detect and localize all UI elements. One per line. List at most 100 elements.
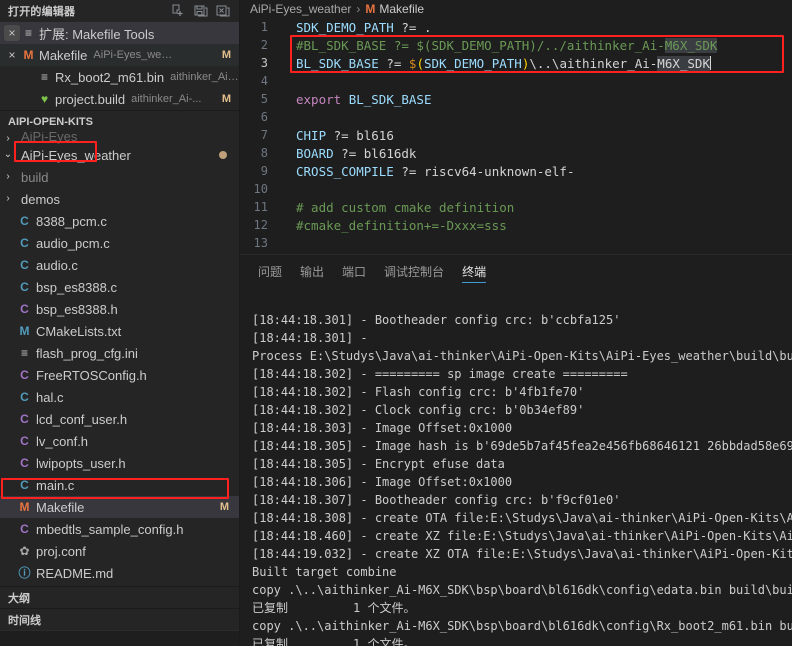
tree-file-item[interactable]: C 8388_pcm.c (0, 210, 239, 232)
code-text: # add custom cmake definition (288, 200, 514, 215)
file-type-icon: ♥ (40, 92, 49, 106)
code-line[interactable]: 13 (240, 234, 792, 252)
chevron-right-icon[interactable]: › (0, 172, 16, 182)
tree-file-item[interactable]: ✿ proj.conf (0, 540, 239, 562)
modified-badge: M (221, 49, 231, 61)
file-type-icon: ≡ (40, 70, 48, 84)
code-token: riscv64-unknown-elf- (423, 163, 575, 179)
code-line[interactable]: 5 export BL_SDK_BASE (240, 90, 792, 108)
code-line[interactable]: 7 CHIP ?= bl616 (240, 126, 792, 144)
tree-file-item[interactable]: Clv_conf.h (0, 430, 239, 452)
tree-item-label: CMakeLists.txt (36, 323, 122, 339)
tree-folder-item[interactable]: ⌄ AiPi-Eyes_weather (0, 144, 239, 166)
panel-tab-0[interactable]: 问题 (258, 255, 282, 287)
tree-file-item[interactable]: M Makefile M (0, 496, 239, 518)
explorer-folder-header[interactable]: AIPI-OPEN-KITS (0, 110, 239, 132)
tree-folder-item[interactable]: › demos (0, 188, 239, 210)
timeline-section-header[interactable]: 时间线 (0, 608, 239, 630)
terminal-line: [18:44:18.303] - Image Offset:0x1000 (252, 421, 513, 435)
panel-tab-4[interactable]: 终端 (462, 255, 487, 287)
tree-item-label: AiPi-Eyes (21, 132, 78, 144)
editor-area: AiPi-Eyes_weather › M Makefile 1 SDK_DEMO… (240, 0, 792, 646)
open-editor-item[interactable]: ♥ project.build aithinker_Ai-... M (0, 88, 239, 110)
tree-file-item[interactable]: Chal.c (0, 386, 239, 408)
tree-folder-item[interactable]: › build (0, 166, 239, 188)
terminal-line: [18:44:18.305] - Encrypt efuse data (252, 457, 505, 471)
breadcrumb: AiPi-Eyes_weather › M Makefile (240, 0, 792, 18)
tree-file-item[interactable]: Caudio.c (0, 254, 239, 276)
breadcrumb-folder[interactable]: AiPi-Eyes_weather (250, 2, 351, 16)
code-token: ?= (386, 55, 402, 71)
code-editor[interactable]: 1 SDK_DEMO_PATH ?= . 2 #BL_SDK_BASE ?= $(SD… (240, 18, 792, 254)
code-token: BL_SDK_BASE (348, 91, 432, 107)
code-line[interactable]: 11 # add custom cmake definition (240, 198, 792, 216)
tree-file-item[interactable]: Cmain.c (0, 474, 239, 496)
tree-file-item[interactable]: ≡ flash_prog_cfg.ini (0, 342, 239, 364)
tree-file-item[interactable]: ⓘ README.md (0, 562, 239, 584)
close-all-editors-icon[interactable] (215, 3, 231, 19)
code-line[interactable]: 2 #BL_SDK_BASE ?= $(SDK_DEMO_PATH)/../ait… (240, 36, 792, 54)
open-editors-title: 打开的编辑器 (8, 6, 76, 18)
terminal-line: [18:44:18.301] - Bootheader config crc: … (252, 313, 621, 327)
bottom-panel: 问题 输出 端口 调试控制台 终端 [18:44:18.301] - Bootheade… (240, 254, 792, 646)
file-type-icon: ≡ (20, 346, 28, 360)
panel-tabs: 问题 输出 端口 调试控制台 终端 (240, 255, 792, 287)
line-number: 1 (260, 20, 268, 34)
tree-file-item[interactable]: M CMakeLists.txt (0, 320, 239, 342)
chevron-right-icon[interactable]: › (0, 134, 16, 144)
open-editors-actions (171, 3, 235, 19)
code-line[interactable]: 1 SDK_DEMO_PATH ?= . (240, 18, 792, 36)
file-type-icon: C (20, 302, 29, 316)
code-line[interactable]: 10 (240, 180, 792, 198)
line-number: 12 (253, 218, 268, 232)
code-text: CROSS_COMPILE ?= riscv64-unknown-elf- (288, 164, 574, 179)
code-line[interactable]: 3 BL_SDK_BASE ?= $(SDK_DEMO_PATH)\..\aith… (240, 54, 792, 72)
tree-file-item[interactable]: Caudio_pcm.c (0, 232, 239, 254)
tree-item-label: audio.c (36, 257, 78, 273)
code-line[interactable]: 9 CROSS_COMPILE ?= riscv64-unknown-elf- (240, 162, 792, 180)
chevron-right-icon[interactable]: › (0, 194, 16, 204)
tree-folder-item[interactable]: › AiPi-Eyes (0, 132, 239, 144)
open-editor-item[interactable]: × ≡ 扩展: Makefile Tools (0, 22, 239, 44)
open-editors-header[interactable]: 打开的编辑器 (0, 0, 239, 22)
tree-file-item[interactable]: C FreeRTOSConfig.h (0, 364, 239, 386)
code-token: \..\aithinker_Ai- (529, 55, 658, 71)
terminal-line: [18:44:18.302] - ========= sp image crea… (252, 367, 628, 381)
tree-file-item[interactable]: Ctouch_conf_user.h (0, 584, 239, 586)
code-line[interactable]: 4 (240, 72, 792, 90)
terminal-output[interactable]: [18:44:18.301] - Bootheader config crc: … (240, 287, 792, 646)
open-editor-description: aithinker_Ai-... (170, 71, 239, 83)
tree-file-item[interactable]: Cbsp_es8388.c (0, 276, 239, 298)
open-editor-item[interactable]: ≡ Rx_boot2_m61.bin aithinker_Ai-... (0, 66, 239, 88)
code-token: #BL_SDK_BASE ?= $(SDK_DEMO_PATH)/../aith… (296, 37, 665, 53)
new-untitled-file-icon[interactable] (171, 3, 187, 19)
panel-tab-2[interactable]: 端口 (342, 255, 366, 287)
code-token: BL_SDK_BASE (296, 55, 379, 71)
tree-file-item[interactable]: Clcd_conf_user.h (0, 408, 239, 430)
panel-tab-1[interactable]: 输出 (300, 255, 324, 287)
terminal-line: [18:44:18.301] - (252, 331, 368, 345)
code-line[interactable]: 8 BOARD ?= bl616dk (240, 144, 792, 162)
open-editor-item[interactable]: ×MMakefileAiPi-Eyes_weatherM (0, 44, 239, 66)
close-icon[interactable]: × (4, 47, 20, 63)
tree-file-item[interactable]: Cbsp_es8388.h (0, 298, 239, 320)
tree-file-item[interactable]: Clwipopts_user.h (0, 452, 239, 474)
modified-badge: M (219, 501, 229, 513)
chevron-down-icon[interactable]: ⌄ (0, 150, 16, 160)
code-token: SDK_DEMO_PATH (423, 55, 522, 71)
terminal-line: Built target combine (252, 565, 397, 579)
code-token: ?= (341, 145, 357, 161)
close-icon[interactable]: × (4, 25, 20, 41)
panel-tab-3[interactable]: 调试控制台 (384, 255, 444, 287)
save-all-icon[interactable] (193, 3, 209, 19)
outline-section-header[interactable]: 大纲 (0, 586, 239, 608)
tree-item-label: bsp_es8388.c (36, 279, 117, 295)
terminal-line: copy .\..\aithinker_Ai-M6X_SDK\bsp\board… (252, 619, 792, 633)
breadcrumb-file[interactable]: Makefile (379, 2, 424, 16)
code-line[interactable]: 6 (240, 108, 792, 126)
terminal-line: [18:44:18.302] - Flash config crc: b'4fb… (252, 385, 585, 399)
code-line[interactable]: 12 #cmake_definition+=-Dxxx=sss (240, 216, 792, 234)
tree-file-item[interactable]: Cmbedtls_sample_config.h (0, 518, 239, 540)
